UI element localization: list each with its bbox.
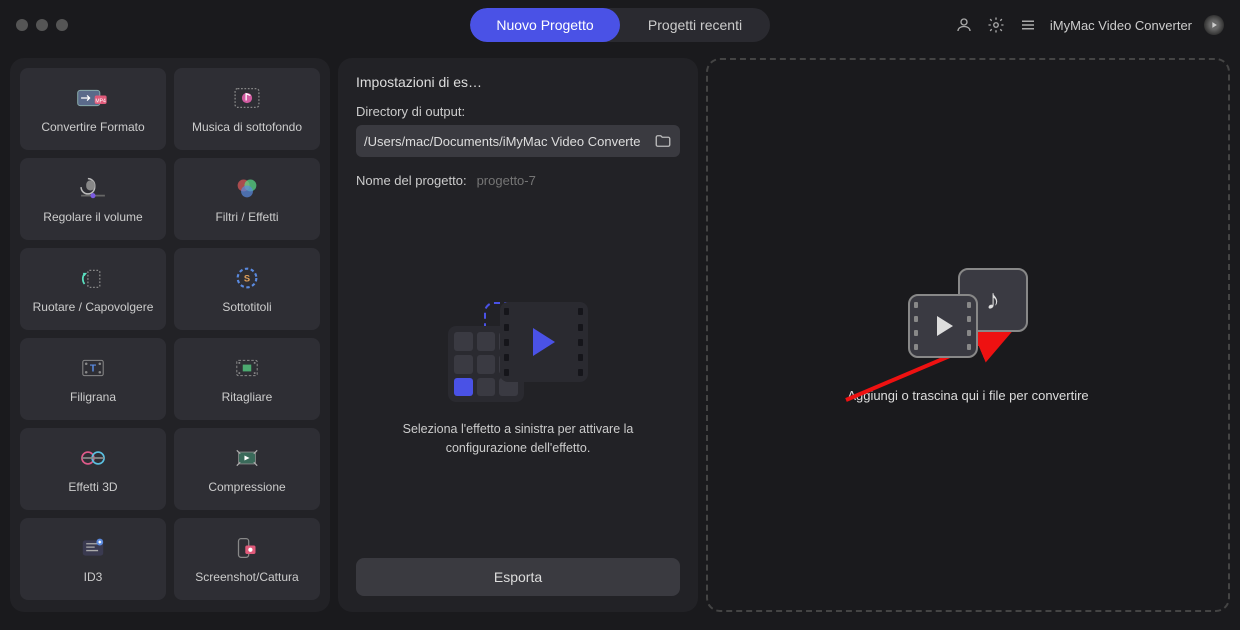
dropzone-text: Aggiungi o trascina qui i file per conve… [847,388,1088,403]
subtitle-icon: S [230,264,264,292]
dropzone-graphic-icon: ♪ [908,268,1028,358]
rotate-icon [76,264,110,292]
tool-3d[interactable]: Effetti 3D [20,428,166,510]
maximize-window-icon[interactable] [56,19,68,31]
settings-title: Impostazioni di es… [356,74,680,90]
compress-icon [230,444,264,472]
screenshot-icon [230,534,264,562]
tool-compress[interactable]: Compressione [174,428,320,510]
crop-icon [230,354,264,382]
effect-preview: Seleziona l'effetto a sinistra per attiv… [356,214,680,546]
tool-label: Musica di sottofondo [192,120,302,134]
tool-label: Effetti 3D [68,480,117,494]
close-window-icon[interactable] [16,19,28,31]
minimize-window-icon[interactable] [36,19,48,31]
svg-text:MP4: MP4 [95,98,106,104]
watermark-icon: T [76,354,110,382]
output-dir-field[interactable]: /Users/mac/Documents/iMyMac Video Conver… [356,125,680,157]
effect-hint-text: Seleziona l'effetto a sinistra per attiv… [378,420,658,458]
tool-id3[interactable]: ID3 [20,518,166,600]
project-name-input[interactable] [477,173,680,188]
tool-label: ID3 [84,570,103,584]
effect-graphic-icon [448,302,588,402]
export-button[interactable]: Esporta [356,558,680,596]
tool-volume[interactable]: Regolare il volume [20,158,166,240]
output-dir-value: /Users/mac/Documents/iMyMac Video Conver… [364,134,648,149]
export-settings-panel: Impostazioni di es… Directory di output:… [338,58,698,612]
app-logo-icon [1204,15,1224,35]
tool-label: Regolare il volume [43,210,142,224]
tool-label: Filtri / Effetti [215,210,278,224]
tool-label: Ruotare / Capovolgere [33,300,154,314]
tools-sidebar: MP4 Convertire Formato Musica di sottofond… [10,58,330,612]
tool-label: Screenshot/Cattura [195,570,298,584]
settings-icon[interactable] [986,15,1006,35]
filters-icon [230,174,264,202]
app-title: iMyMac Video Converter [1050,18,1192,33]
tool-watermark[interactable]: T Filigrana [20,338,166,420]
title-bar: Nuovo Progetto Progetti recenti iMyMac V… [0,0,1240,50]
tool-filters[interactable]: Filtri / Effetti [174,158,320,240]
tab-new-project[interactable]: Nuovo Progetto [470,8,620,42]
3d-icon [76,444,110,472]
tool-label: Filigrana [70,390,116,404]
tool-label: Convertire Formato [41,120,144,134]
menu-icon[interactable] [1018,15,1038,35]
tool-music[interactable]: Musica di sottofondo [174,68,320,150]
file-dropzone[interactable]: ♪ Aggiungi o trascina qui i file per con… [706,58,1230,612]
svg-text:S: S [244,273,250,283]
tool-convert[interactable]: MP4 Convertire Formato [20,68,166,150]
convert-icon: MP4 [76,84,110,112]
id3-icon [76,534,110,562]
project-name-label: Nome del progetto: [356,173,467,188]
account-icon[interactable] [954,15,974,35]
tab-recent-projects[interactable]: Progetti recenti [620,8,770,42]
tool-crop[interactable]: Ritagliare [174,338,320,420]
tool-label: Ritagliare [222,390,273,404]
music-icon [230,84,264,112]
tool-subtitle[interactable]: S Sottotitoli [174,248,320,330]
tool-label: Sottotitoli [222,300,271,314]
browse-folder-icon[interactable] [654,132,672,150]
output-dir-label: Directory di output: [356,104,680,119]
tool-rotate[interactable]: Ruotare / Capovolgere [20,248,166,330]
tool-label: Compressione [208,480,285,494]
project-tabs: Nuovo Progetto Progetti recenti [470,8,770,42]
window-controls [16,19,68,31]
volume-icon [76,174,110,202]
svg-text:T: T [90,363,97,374]
tool-screenshot[interactable]: Screenshot/Cattura [174,518,320,600]
